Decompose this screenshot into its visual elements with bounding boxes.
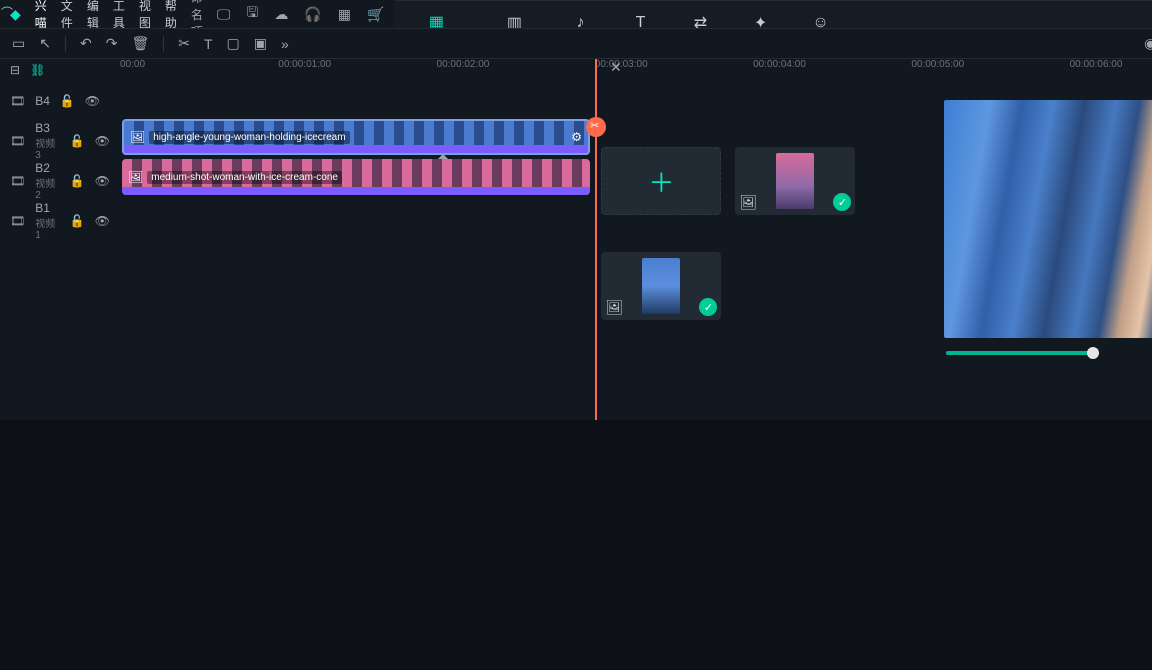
fx-icon: ⚙ xyxy=(571,130,582,144)
menu-view[interactable]: 视图 xyxy=(139,0,151,31)
timeline-tracks-area[interactable]: 00:0000:00:01:0000:00:02:0000:00:03:0000… xyxy=(120,59,1152,420)
eye-icon[interactable]: 👁 xyxy=(85,94,100,108)
tl-mode-icon[interactable]: ⊟ xyxy=(10,63,20,77)
eye-icon[interactable]: 👁 xyxy=(95,214,110,228)
eye-icon[interactable]: 👁 xyxy=(95,174,110,188)
select-tool-icon[interactable]: ▭ xyxy=(12,35,25,52)
delete-icon[interactable]: 🗑 xyxy=(131,35,149,52)
timeline-clip[interactable]: 🖼medium-shot-woman-with-ice-cream-cone xyxy=(122,159,590,195)
grid-icon[interactable]: ▦ xyxy=(338,6,351,23)
lock-icon[interactable]: 🔓 xyxy=(70,174,85,188)
lock-icon[interactable]: 🔓 xyxy=(70,134,85,148)
eye-icon[interactable]: 👁 xyxy=(95,134,110,148)
menu-file[interactable]: 文件 xyxy=(61,0,73,31)
timeline-ruler[interactable]: 00:0000:00:01:0000:00:02:0000:00:03:0000… xyxy=(120,59,1152,77)
crop-tool-icon[interactable]: ▢ xyxy=(227,35,240,52)
menu-edit[interactable]: 编辑 xyxy=(87,0,99,31)
cloud-icon[interactable]: ☁ xyxy=(274,6,288,23)
pointer-tool-icon[interactable]: ↖ xyxy=(39,35,51,52)
lock-icon[interactable]: 🔓 xyxy=(70,214,85,228)
menu-tools[interactable]: 工具 xyxy=(113,0,125,31)
monitor-icon[interactable]: 🖵 xyxy=(217,6,231,23)
lock-icon[interactable]: 🔓 xyxy=(60,94,75,108)
undo-icon[interactable]: ↶ xyxy=(80,35,92,52)
menu-help[interactable]: 帮助 xyxy=(165,0,177,31)
track-head-1[interactable]: 🎞B1视频 1🔓👁 xyxy=(0,201,120,241)
close-icon[interactable]: ✕ xyxy=(610,59,622,76)
video-track-icon: 🎞 xyxy=(10,94,25,108)
clip-type-icon: 🖼 xyxy=(130,130,145,144)
cart-icon[interactable]: 🛒 xyxy=(367,6,384,23)
timeline-panel: ▭ ↖ ↶ ↷ 🗑 ✂ T ▢ ▣ » ◉ ⏱ 🎤 ☰ ⊶ 🔗 ⏺ ⊖ ⊕ ▤ xyxy=(0,28,1152,420)
video-track-icon: 🎞 xyxy=(10,214,25,228)
headphone-icon[interactable]: 🎧 xyxy=(304,6,321,23)
more-tools-icon[interactable]: » xyxy=(281,36,289,52)
text-tool-icon[interactable]: T xyxy=(204,36,213,52)
clip-type-icon: 🖼 xyxy=(128,170,143,184)
playhead[interactable]: ✂ xyxy=(595,59,597,420)
track-head-3[interactable]: 🎞B3视频 3🔓👁 xyxy=(0,121,120,161)
split-icon[interactable]: ✂ xyxy=(178,35,190,52)
titlebar: ◆ 万兴喵影 文件 编辑 工具 视图 帮助 未命名项目 🖵 🖫 ☁ 🎧 ▦ 🛒 xyxy=(0,0,394,28)
save-icon[interactable]: 🖫 xyxy=(246,2,258,26)
track-head-2[interactable]: 🎞B2视频 2🔓👁 xyxy=(0,161,120,201)
scissor-icon[interactable]: ✂ xyxy=(590,119,599,132)
track-head-4[interactable]: 🎞B4🔓👁 xyxy=(0,81,120,121)
video-track-icon: 🎞 xyxy=(10,174,25,188)
tl-link-icon[interactable]: ⛓ xyxy=(30,63,45,77)
redo-icon[interactable]: ↷ xyxy=(106,35,118,52)
timeline-clip[interactable]: 🖼high-angle-young-woman-holding-icecream… xyxy=(122,119,590,155)
marker-icon[interactable]: ◉ xyxy=(1144,35,1152,52)
group-icon[interactable]: ▣ xyxy=(254,35,267,52)
video-track-icon: 🎞 xyxy=(10,134,25,148)
